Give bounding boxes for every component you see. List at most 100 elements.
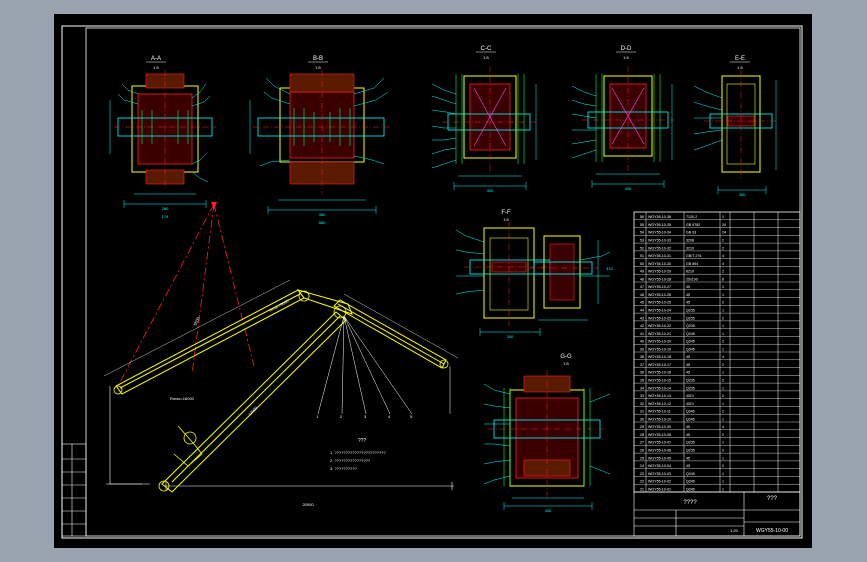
- bom-cell: 52: [640, 246, 644, 250]
- bom-cell: WGY55-10-23: [648, 316, 671, 320]
- bom-cell: 1: [722, 309, 724, 313]
- bom-cell: 7120-2: [686, 215, 697, 219]
- bom-cell: 1: [722, 386, 724, 390]
- bom-cell: 49: [640, 270, 644, 274]
- bom-cell: 45: [686, 363, 690, 367]
- bom-cell: 40Cr: [686, 394, 695, 398]
- svg-text:1:5: 1:5: [503, 217, 509, 222]
- bom-cell: 44: [640, 309, 644, 313]
- bom-cell: WGY55-10-06: [648, 449, 671, 453]
- bom-cell: 37: [640, 363, 644, 367]
- bom-cell: WGY55-10-26: [648, 293, 671, 297]
- bom-cell: WGY55-10-12: [648, 402, 671, 406]
- svg-text:280: 280: [162, 206, 169, 211]
- svg-text:460: 460: [319, 212, 326, 217]
- bom-cell: 6210: [686, 270, 694, 274]
- svg-text:1:5: 1:5: [483, 55, 489, 60]
- svg-text:1:5: 1:5: [623, 55, 629, 60]
- svg-text:300: 300: [507, 334, 514, 339]
- bom-cell: WGY55-10-22: [648, 324, 671, 328]
- svg-text:2: 2: [340, 414, 343, 419]
- bom-cell: 36: [640, 371, 644, 375]
- svg-text:20000: 20000: [302, 502, 314, 507]
- bom-cell: 29: [640, 425, 644, 429]
- bom-cell: Q345: [686, 340, 695, 344]
- bom-cell: WGY55-10-10: [648, 417, 671, 421]
- section-g-lower: G-G 1:5 400: [483, 354, 611, 513]
- section-a-title: A-A: [151, 56, 161, 62]
- section-f-f: F-F 1:5 300: [455, 210, 556, 339]
- bom-cell: 39: [640, 347, 644, 351]
- section-d-d: D-D 1:5 400: [571, 46, 674, 191]
- bom-cell: 45: [686, 433, 690, 437]
- bom-cell: Q345: [686, 487, 695, 491]
- bom-cell: 22: [640, 480, 644, 484]
- bom-cell: 33: [640, 394, 644, 398]
- section-c-title: C-C: [481, 46, 492, 52]
- section-c-c: C-C 1:5 400: [431, 46, 537, 193]
- bom-cell: 2: [722, 239, 724, 243]
- bom-cell: 8: [722, 277, 724, 281]
- bom-cell: 2: [722, 433, 724, 437]
- bom-cell: 45: [686, 301, 690, 305]
- bom-cell: 40: [640, 340, 644, 344]
- bom-cell: 42: [640, 324, 644, 328]
- bom-cell: 1: [722, 215, 724, 219]
- bom-cell: 4: [722, 425, 724, 429]
- drawing-sheet: A-A 1:5 280 174 B-B 1:5 460 580 C-C 1:5 …: [54, 14, 812, 548]
- tech-note-1: 1. ???????????????????????: [330, 450, 386, 455]
- crane-elevation: 20000 Rmax=16000 1 2 3 4 5 5500 12000 Hm…: [103, 202, 459, 507]
- tech-note-3: 3. ??????????: [330, 466, 357, 471]
- bom-cell: 2: [722, 363, 724, 367]
- bom-cell: 51: [640, 254, 644, 258]
- bom-cell: 34: [640, 386, 644, 390]
- bom-cell: Q345: [686, 347, 695, 351]
- bom-cell: Q235: [686, 386, 695, 390]
- bom-cell: Q345: [686, 410, 695, 414]
- svg-text:400: 400: [487, 188, 494, 193]
- bom-cell: WGY55-10-27: [648, 285, 671, 289]
- bom-cell: WGY55-10-13: [648, 394, 671, 398]
- bom-cell: 24: [722, 231, 726, 235]
- bom-cell: 54: [640, 231, 644, 235]
- section-g-title: G-G: [560, 354, 572, 360]
- bom-cell: 23: [640, 472, 644, 476]
- bom-cell: WGY55-10-15: [648, 379, 671, 383]
- bom-cell: 27: [640, 441, 644, 445]
- section-g-g: 310: [528, 235, 613, 321]
- bom-cell: WGY55-10-30: [648, 262, 671, 266]
- bom-cell: 40Cr: [686, 402, 695, 406]
- bom-cell: WGY55-10-17: [648, 363, 671, 367]
- svg-text:4: 4: [388, 414, 391, 419]
- bom-cell: 25: [640, 456, 644, 460]
- svg-text:174: 174: [162, 214, 169, 219]
- bom-cell: 47: [640, 285, 644, 289]
- bom-cell: 2: [722, 270, 724, 274]
- bom-cell: 30: [640, 417, 644, 421]
- bom-cell: 46: [640, 293, 644, 297]
- bom-cell: 2: [722, 340, 724, 344]
- bom-cell: 21: [640, 487, 644, 491]
- bom-cell: 45: [640, 301, 644, 305]
- bom-cell: 1: [722, 472, 724, 476]
- bom-cell: WGY55-10-29: [648, 270, 671, 274]
- bom-cell: WGY55-10-08: [648, 433, 671, 437]
- bom-cell: 4: [722, 355, 724, 359]
- bom-cell: WGY55-10-25: [648, 301, 671, 305]
- bom-cell: WGY55-10-33: [648, 239, 671, 243]
- cad-drawing: A-A 1:5 280 174 B-B 1:5 460 580 C-C 1:5 …: [61, 25, 803, 539]
- revision-strip: [61, 443, 87, 537]
- bom-cell: WGY55-10-18: [648, 355, 671, 359]
- bom-cell: WGY55-10-07: [648, 441, 671, 445]
- bom-cell: 1: [722, 371, 724, 375]
- bom-cell: WGY55-10-09: [648, 425, 671, 429]
- title-block-drawing-no: WGY55-10-00: [756, 528, 788, 534]
- bill-of-materials: 56 WGY55-10-36 7120-2 1 55 WGY55-10-35 GB 5782…: [633, 211, 801, 493]
- bom-cell: 55: [640, 223, 644, 227]
- bom-cell: GB/T 276: [686, 254, 701, 258]
- bom-cell: 1: [722, 285, 724, 289]
- bom-cell: 4: [722, 262, 724, 266]
- bom-cell: WGY55-10-24: [648, 309, 671, 313]
- svg-text:580: 580: [319, 220, 326, 225]
- bom-cell: Q235: [686, 316, 695, 320]
